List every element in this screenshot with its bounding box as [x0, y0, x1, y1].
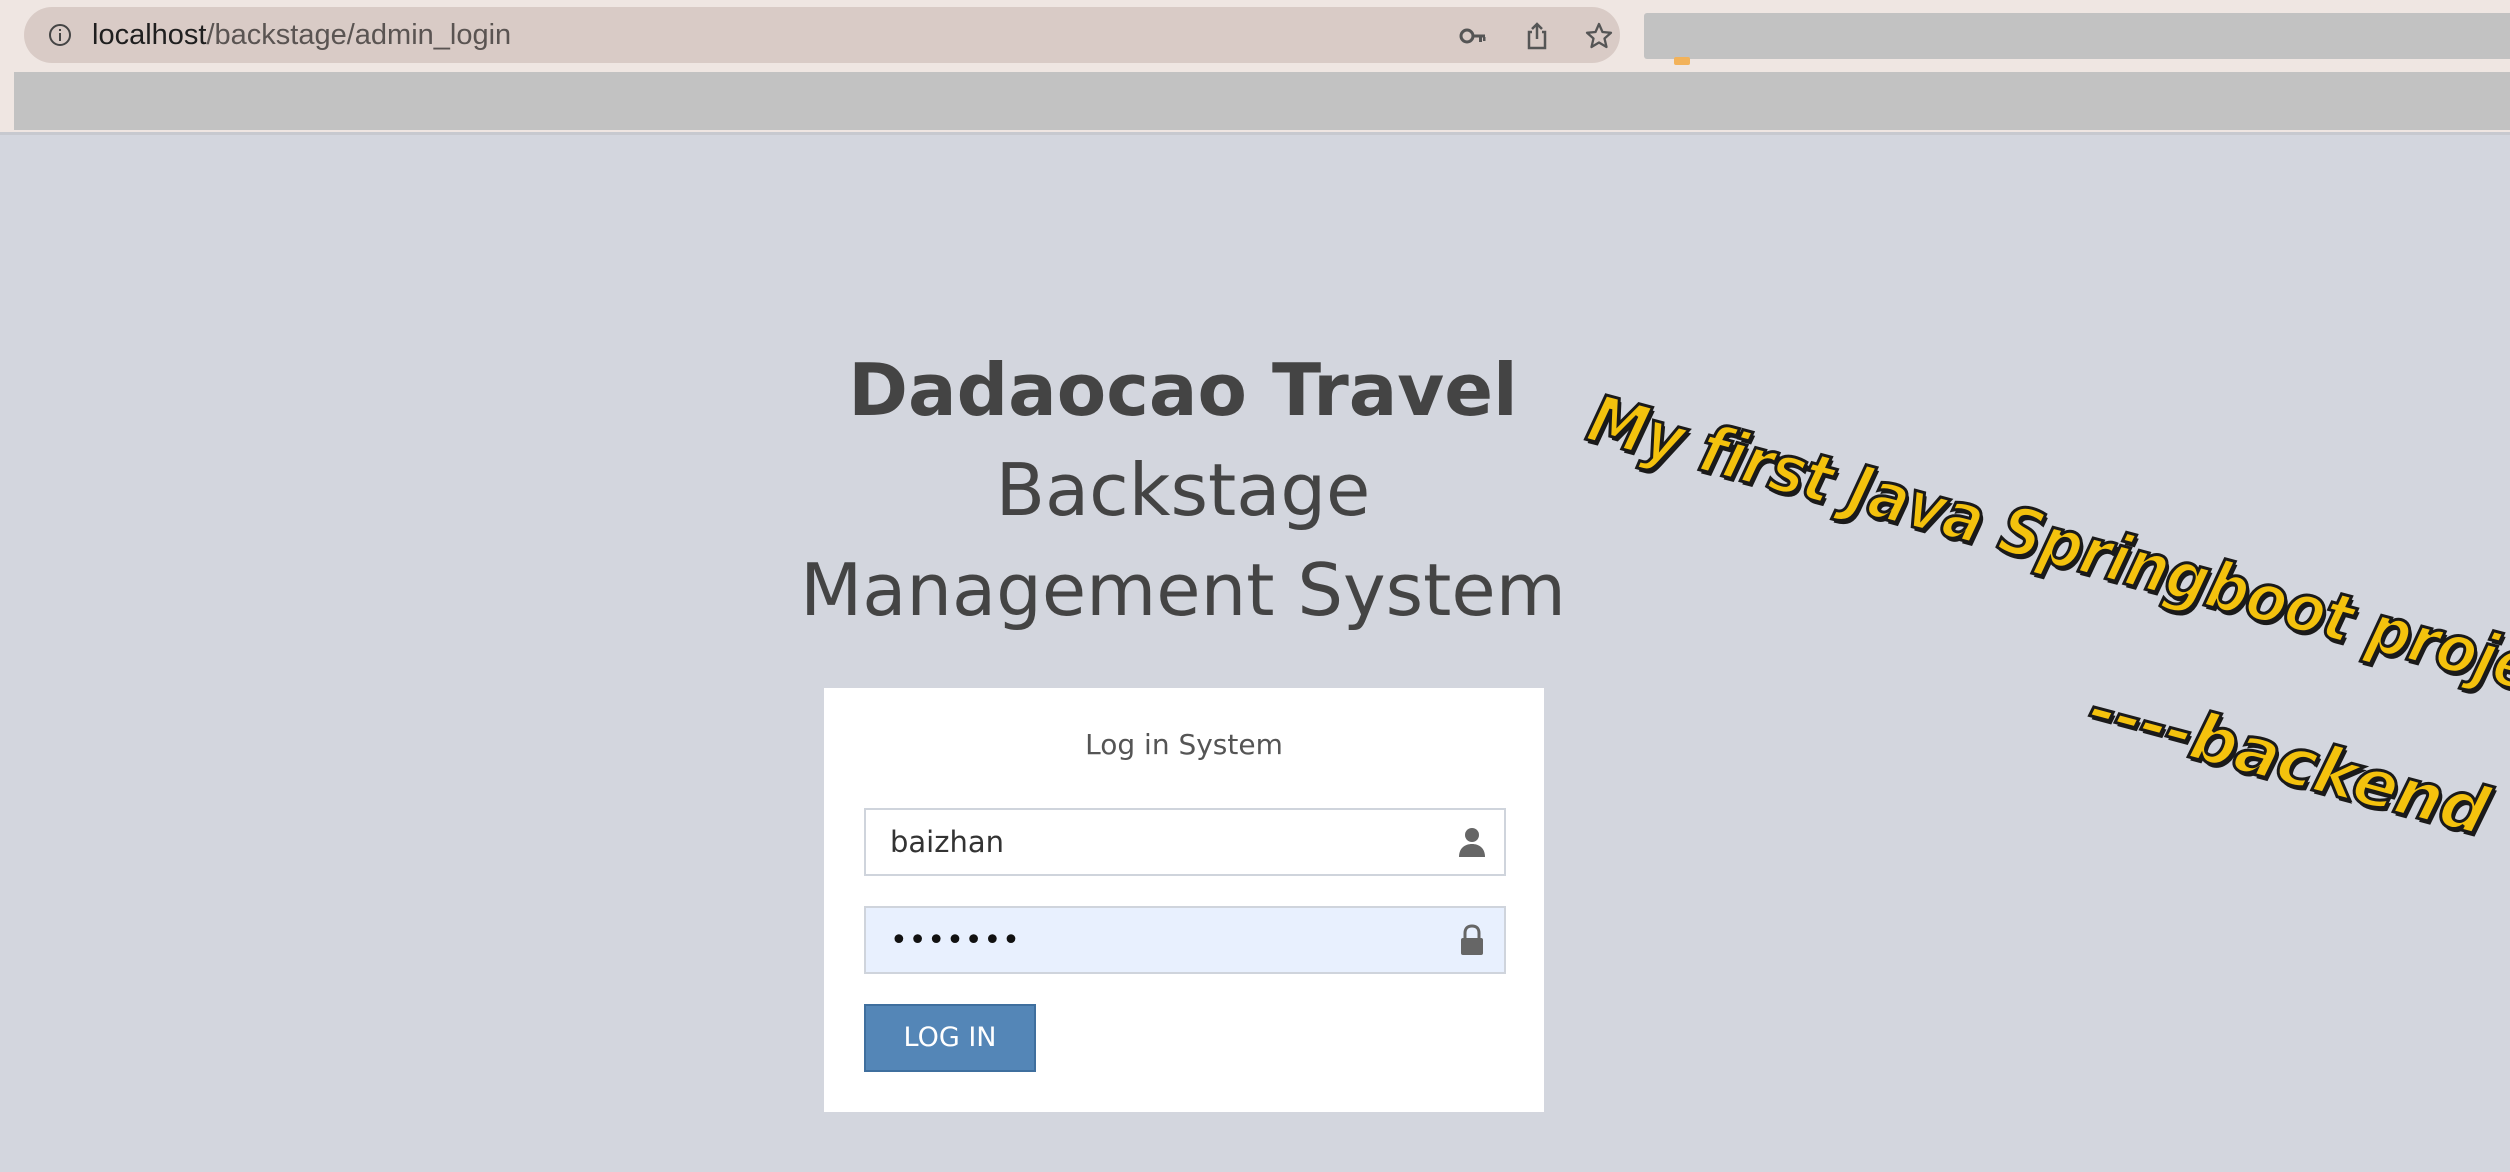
user-icon: [1459, 828, 1485, 857]
url-path: /backstage/admin_login: [206, 19, 512, 51]
address-bar[interactable]: localhost/backstage/admin_login: [24, 7, 1620, 63]
page-title-main: Dadaocao Travel: [848, 348, 1518, 432]
username-field[interactable]: [864, 808, 1506, 876]
bookmark-strip: [14, 72, 2510, 130]
lock-icon: [1461, 924, 1483, 955]
share-icon[interactable]: [1522, 21, 1552, 51]
username-input[interactable]: [866, 810, 1450, 874]
browser-toolbar: localhost/backstage/admin_login: [0, 0, 2510, 70]
profile-area[interactable]: [1644, 13, 2510, 65]
overlay-signature-text: ----backend: [2079, 668, 2498, 851]
password-field[interactable]: [864, 906, 1506, 974]
star-icon[interactable]: [1584, 21, 1614, 51]
password-input[interactable]: [866, 908, 1450, 972]
bookmark-bar: [0, 70, 2510, 132]
login-card-title: Log in System: [1085, 728, 1283, 761]
chrome-divider: [0, 132, 2510, 135]
url-text[interactable]: localhost/backstage/admin_login: [92, 7, 511, 63]
login-card: Log in System LOG IN: [824, 688, 1544, 1112]
login-button[interactable]: LOG IN: [864, 1004, 1036, 1072]
url-host: localhost: [92, 19, 207, 51]
profile-indicator: [1674, 57, 1690, 65]
key-icon[interactable]: [1458, 21, 1488, 51]
info-icon[interactable]: [48, 23, 72, 47]
